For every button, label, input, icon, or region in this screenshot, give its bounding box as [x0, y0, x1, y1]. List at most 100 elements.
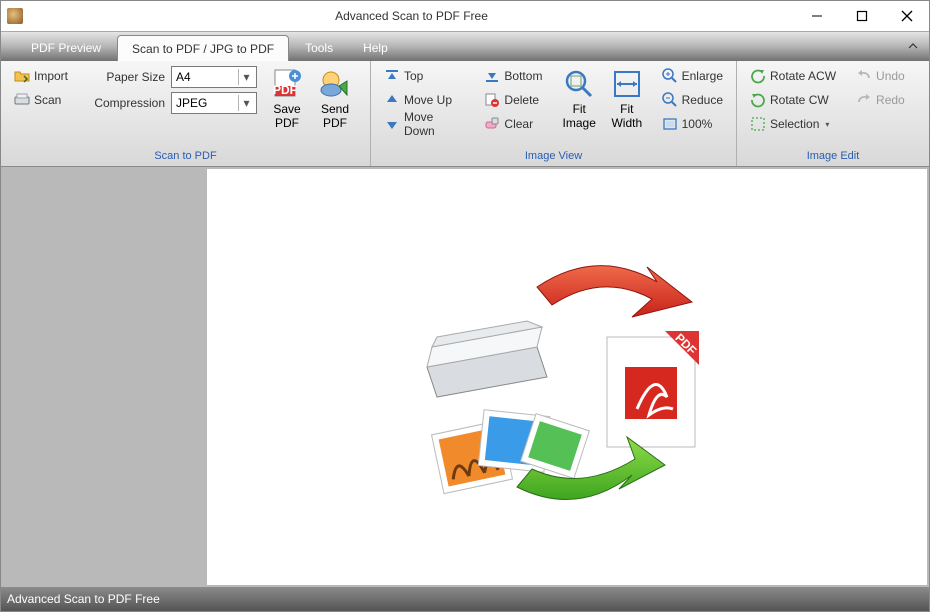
- fit-width-label-2: Width: [611, 116, 642, 130]
- paper-size-label: Paper Size: [85, 70, 165, 84]
- zoom-in-icon: [662, 68, 678, 84]
- rotate-acw-button[interactable]: Rotate ACW: [743, 65, 843, 87]
- rotate-acw-label: Rotate ACW: [770, 69, 836, 83]
- clear-label: Clear: [504, 117, 533, 131]
- bottom-icon: [484, 68, 500, 84]
- move-up-label: Move Up: [404, 93, 452, 107]
- redo-icon: [856, 92, 872, 108]
- tab-help[interactable]: Help: [349, 35, 402, 61]
- undo-button[interactable]: Undo: [849, 65, 912, 87]
- folder-import-icon: [14, 68, 30, 84]
- fit-image-label-2: Image: [563, 116, 596, 130]
- move-up-button[interactable]: Move Up: [377, 89, 473, 111]
- paper-size-combo[interactable]: A4 ▾: [171, 66, 257, 88]
- save-pdf-label-2: PDF: [275, 116, 299, 130]
- ribbon: Import Scan Paper Size A4 ▾ Compression: [1, 61, 929, 167]
- undo-label: Undo: [876, 69, 905, 83]
- redo-label: Redo: [876, 93, 905, 107]
- delete-label: Delete: [504, 93, 539, 107]
- send-pdf-button[interactable]: Send PDF: [311, 65, 359, 134]
- status-bar: Advanced Scan to PDF Free: [1, 587, 929, 611]
- preview-canvas: PDF: [207, 169, 927, 585]
- reduce-label: Reduce: [682, 93, 723, 107]
- zoom-100-icon: [662, 116, 678, 132]
- maximize-button[interactable]: [839, 1, 884, 31]
- svg-text:PDF: PDF: [273, 83, 297, 97]
- enlarge-button[interactable]: Enlarge: [655, 65, 730, 87]
- rotate-cw-button[interactable]: Rotate CW: [743, 89, 843, 111]
- clear-icon: [484, 116, 500, 132]
- delete-button[interactable]: Delete: [477, 89, 549, 111]
- send-pdf-label-1: Send: [321, 102, 349, 116]
- selection-label: Selection: [770, 117, 819, 131]
- tab-pdf-preview[interactable]: PDF Preview: [17, 35, 115, 61]
- reduce-button[interactable]: Reduce: [655, 89, 730, 111]
- collapse-ribbon-button[interactable]: [907, 40, 919, 55]
- fit-image-label-1: Fit: [573, 102, 586, 116]
- group-image-edit: Rotate ACW Rotate CW Selection ▾ Undo: [737, 61, 929, 166]
- group-label-scan: Scan to PDF: [1, 150, 370, 166]
- delete-icon: [484, 92, 500, 108]
- fit-image-button[interactable]: Fit Image: [555, 65, 603, 134]
- bottom-button[interactable]: Bottom: [477, 65, 549, 87]
- import-button[interactable]: Import: [7, 65, 75, 87]
- top-button[interactable]: Top: [377, 65, 473, 87]
- move-down-label: Move Down: [404, 110, 466, 138]
- close-button[interactable]: [884, 1, 929, 31]
- scan-button[interactable]: Scan: [7, 89, 75, 111]
- send-pdf-label-2: PDF: [323, 116, 347, 130]
- selection-icon: [750, 116, 766, 132]
- rotate-cw-icon: [750, 92, 766, 108]
- top-label: Top: [404, 69, 423, 83]
- workspace: PDF: [1, 167, 929, 587]
- group-image-view: Top Move Up Move Down Bottom: [371, 61, 737, 166]
- redo-button[interactable]: Redo: [849, 89, 912, 111]
- zoom-100-button[interactable]: 100%: [655, 113, 730, 135]
- selection-button[interactable]: Selection ▾: [743, 113, 843, 135]
- fit-width-label-1: Fit: [620, 102, 633, 116]
- tab-tools[interactable]: Tools: [291, 35, 347, 61]
- group-label-view: Image View: [371, 150, 736, 166]
- clear-button[interactable]: Clear: [477, 113, 549, 135]
- minimize-button[interactable]: [794, 1, 839, 31]
- fit-image-icon: [563, 68, 595, 100]
- move-down-icon: [384, 116, 400, 132]
- zoom-100-label: 100%: [682, 117, 713, 131]
- compression-value: JPEG: [176, 96, 207, 110]
- save-pdf-icon: PDF: [271, 68, 303, 100]
- compression-combo[interactable]: JPEG ▾: [171, 92, 257, 114]
- chevron-down-icon: ▾: [238, 69, 254, 85]
- enlarge-label: Enlarge: [682, 69, 723, 83]
- rotate-cw-label: Rotate CW: [770, 93, 829, 107]
- chevron-down-icon: ▾: [238, 95, 254, 111]
- import-label: Import: [34, 69, 68, 83]
- save-pdf-label-1: Save: [273, 102, 300, 116]
- status-text: Advanced Scan to PDF Free: [7, 592, 160, 606]
- scanner-icon: [14, 92, 30, 108]
- chevron-down-icon: ▾: [825, 120, 829, 129]
- title-bar: Advanced Scan to PDF Free: [1, 1, 929, 31]
- undo-icon: [856, 68, 872, 84]
- window-title: Advanced Scan to PDF Free: [29, 9, 794, 23]
- app-icon: [7, 8, 23, 24]
- window-controls: [794, 1, 929, 31]
- tab-scan-to-pdf[interactable]: Scan to PDF / JPG to PDF: [117, 35, 289, 61]
- compression-label: Compression: [85, 96, 165, 110]
- zoom-out-icon: [662, 92, 678, 108]
- move-down-button[interactable]: Move Down: [377, 113, 473, 135]
- bottom-label: Bottom: [504, 69, 542, 83]
- send-pdf-icon: [319, 68, 351, 100]
- splash-graphic: PDF: [407, 237, 727, 517]
- save-pdf-button[interactable]: PDF Save PDF: [263, 65, 311, 134]
- paper-size-value: A4: [176, 70, 191, 84]
- fit-width-icon: [611, 68, 643, 100]
- move-up-icon: [384, 92, 400, 108]
- scan-label: Scan: [34, 93, 61, 107]
- thumbnail-sidebar: [1, 167, 207, 587]
- rotate-acw-icon: [750, 68, 766, 84]
- fit-width-button[interactable]: Fit Width: [603, 65, 651, 134]
- group-scan-to-pdf: Import Scan Paper Size A4 ▾ Compression: [1, 61, 371, 166]
- tabs-row: PDF Preview Scan to PDF / JPG to PDF Too…: [1, 31, 929, 61]
- top-icon: [384, 68, 400, 84]
- group-label-edit: Image Edit: [737, 150, 929, 166]
